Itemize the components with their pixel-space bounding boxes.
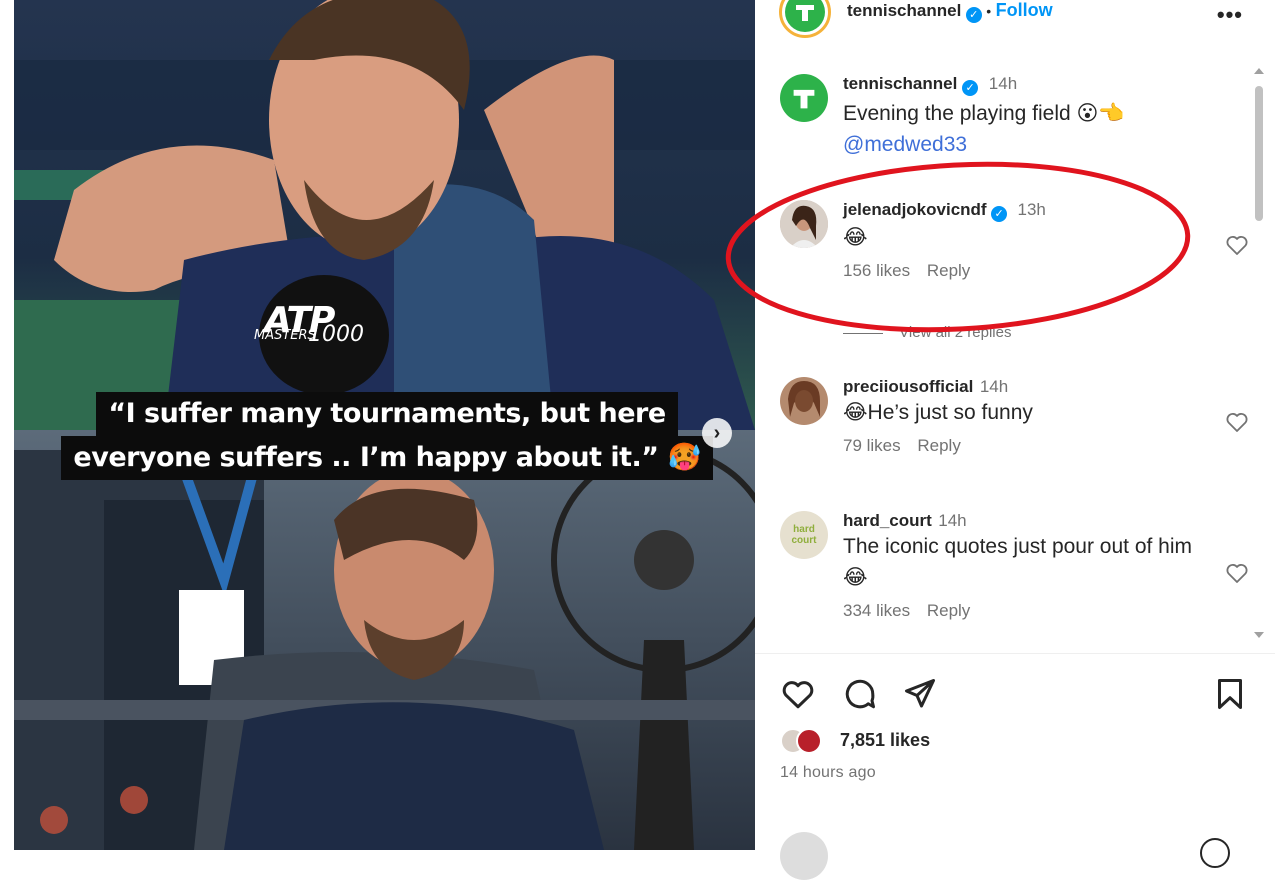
comment-username[interactable]: preciiousofficial xyxy=(843,377,973,396)
likes-count[interactable]: 7,851 likes xyxy=(840,730,930,751)
caption-time: 14h xyxy=(988,74,1018,93)
avatar-photo xyxy=(780,377,828,425)
tennischannel-logo-icon xyxy=(793,89,815,109)
bookmark-icon[interactable] xyxy=(1212,676,1248,712)
next-slide-button[interactable]: › xyxy=(702,418,732,448)
atp-1000-text: 1000 xyxy=(308,322,364,347)
comment-likes[interactable]: 79 likes xyxy=(843,436,901,455)
heart-icon[interactable] xyxy=(1225,561,1249,585)
post-media[interactable]: ATP MASTERS 1000 “I suffer many tourname… xyxy=(14,0,755,850)
emoji-icon[interactable] xyxy=(1200,838,1230,868)
commenter-avatar[interactable] xyxy=(780,200,828,248)
post-timestamp: 14 hours ago xyxy=(780,764,876,781)
post-sidebar: tennischannel ✓ • Follow ••• tennischann… xyxy=(755,0,1275,880)
scroll-down-arrow-icon[interactable] xyxy=(1254,632,1264,638)
heart-icon[interactable] xyxy=(1225,410,1249,434)
verified-badge-icon: ✓ xyxy=(965,7,982,23)
quote-line-1: “I suffer many tournaments, but here xyxy=(96,392,678,436)
heart-icon[interactable] xyxy=(780,676,816,712)
verified-badge-icon: ✓ xyxy=(991,206,1008,222)
quote-caption: “I suffer many tournaments, but here eve… xyxy=(42,392,732,480)
separator-dot: • xyxy=(986,3,992,19)
liker-avatar xyxy=(796,728,822,754)
comment-time: 14h xyxy=(979,377,1009,396)
post-actions xyxy=(780,676,1250,712)
chevron-right-icon: › xyxy=(713,421,721,444)
reply-button[interactable]: Reply xyxy=(917,436,960,455)
commenter-avatar[interactable]: hard court xyxy=(780,511,828,559)
reply-button[interactable]: Reply xyxy=(927,601,970,620)
comment-likes[interactable]: 156 likes xyxy=(843,261,910,280)
heart-icon[interactable] xyxy=(1225,233,1249,257)
comment-text: 😂He’s just so funny xyxy=(843,401,1033,424)
tennischannel-logo-icon xyxy=(785,0,825,32)
commenter-avatar[interactable] xyxy=(780,377,828,425)
scrollbar-thumb[interactable] xyxy=(1255,86,1263,221)
comment-likes[interactable]: 334 likes xyxy=(843,601,910,620)
comments-scrollbar[interactable] xyxy=(1252,62,1266,642)
atp-masters-text: MASTERS xyxy=(254,328,316,343)
more-options-button[interactable]: ••• xyxy=(1217,2,1243,28)
author-avatar[interactable] xyxy=(779,0,831,38)
caption-text: Evening the playing field 😮👈 xyxy=(843,102,1125,125)
quote-line-2: everyone suffers .. I’m happy about it.”… xyxy=(61,436,713,480)
post-header: tennischannel ✓ • Follow ••• xyxy=(755,0,1275,40)
comment-username[interactable]: hard_court xyxy=(843,511,932,530)
atp-masters-logo: ATP MASTERS 1000 xyxy=(254,290,384,390)
author-username[interactable]: tennischannel xyxy=(847,1,961,20)
caption-username[interactable]: tennischannel xyxy=(843,74,957,93)
view-replies-button[interactable]: View all 2 replies xyxy=(899,324,1011,341)
caption-mention-link[interactable]: @medwed33 xyxy=(843,129,1203,160)
comment-time: 13h xyxy=(1017,200,1046,219)
comment-input-avatar xyxy=(780,832,828,880)
share-icon[interactable] xyxy=(902,676,938,712)
follow-button[interactable]: Follow xyxy=(996,0,1053,20)
hard-court-logo: hard court xyxy=(791,524,817,546)
comment-time: 14h xyxy=(938,511,967,530)
replies-line xyxy=(843,332,883,334)
comment-icon[interactable] xyxy=(842,676,878,712)
caption-avatar[interactable] xyxy=(780,74,828,122)
scroll-up-arrow-icon[interactable] xyxy=(1254,68,1264,74)
avatar-photo xyxy=(780,200,828,248)
comments-list[interactable]: tennischannel ✓ 14h Evening the playing … xyxy=(755,60,1255,650)
actions-divider xyxy=(755,653,1275,654)
verified-badge-icon: ✓ xyxy=(962,80,979,96)
comment-text: 😂 xyxy=(843,226,868,249)
reply-button[interactable]: Reply xyxy=(927,261,970,280)
comment-text: The iconic quotes just pour out of him 😂 xyxy=(843,535,1193,589)
comment-username[interactable]: jelenadjokovicndf xyxy=(843,200,987,219)
